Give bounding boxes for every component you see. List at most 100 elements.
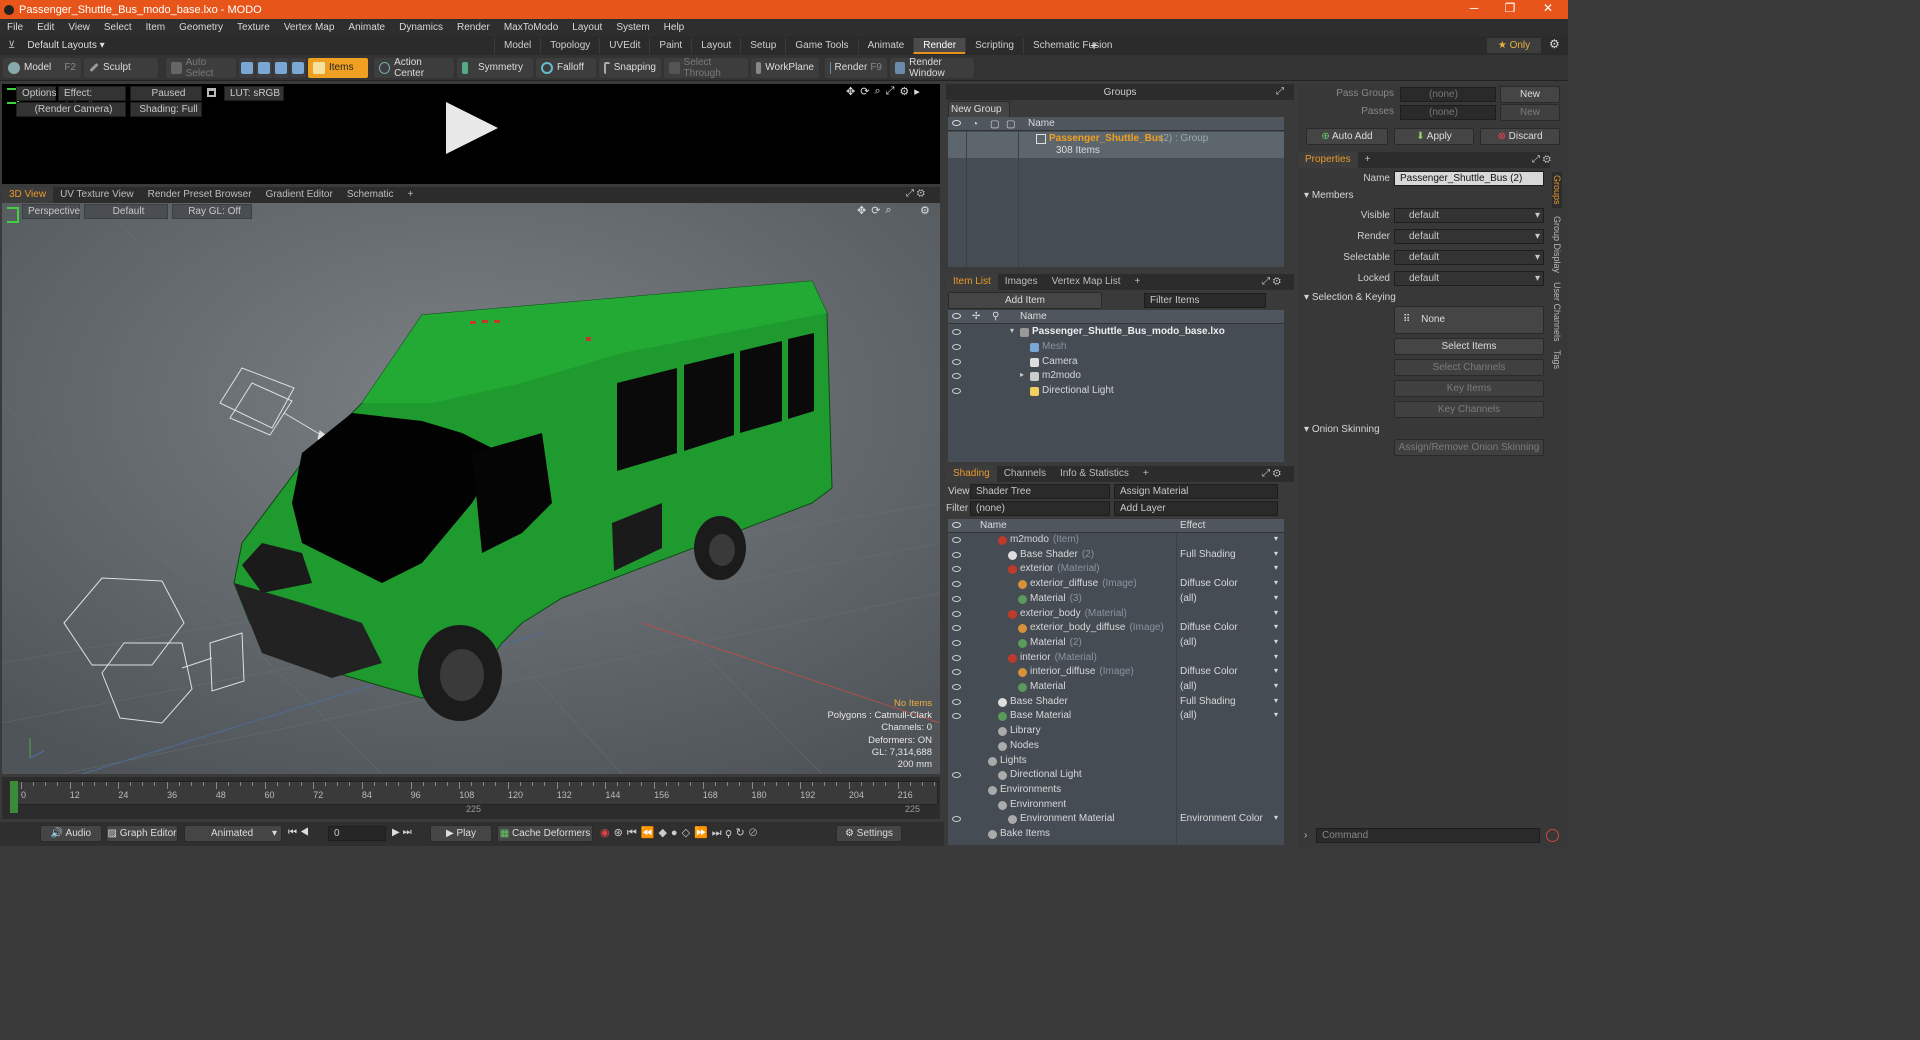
timeline[interactable]: 0 12 24 36 48 60 72 84 96 108 120 132 144 156 168 180 19…: [2, 777, 940, 819]
graph-editor-button[interactable]: ▨ Graph Editor: [106, 825, 178, 842]
eye-icon[interactable]: [952, 595, 961, 602]
step-back-icon[interactable]: ◀: [300, 827, 312, 838]
menu-dynamics[interactable]: Dynamics: [392, 22, 450, 33]
filter-items-input[interactable]: Filter Items: [1144, 293, 1266, 308]
tab-properties[interactable]: Properties: [1298, 152, 1358, 168]
expand-icon[interactable]: ⤢ ⚙: [906, 188, 925, 199]
view-tab-gradient-editor[interactable]: Gradient Editor: [259, 187, 340, 203]
key-last-icon[interactable]: ⏭: [712, 827, 726, 839]
preview-lut-select[interactable]: LUT: sRGB: [224, 86, 284, 101]
key-prev-icon[interactable]: ⏪: [641, 827, 659, 839]
chevron-icon[interactable]: ▸: [1020, 370, 1024, 379]
default-style-select[interactable]: Default: [84, 204, 168, 219]
table-row[interactable]: Environment Material Environment Color ▾: [948, 813, 1284, 828]
skip-start-icon[interactable]: ⏮: [288, 827, 300, 838]
table-row[interactable]: Base Material (all) ▾: [948, 710, 1284, 725]
menu-vertex-map[interactable]: Vertex Map: [277, 22, 342, 33]
assign-material-select[interactable]: Assign Material: [1114, 484, 1278, 499]
list-item[interactable]: Directional Light: [948, 385, 1284, 400]
menu-geometry[interactable]: Geometry: [172, 22, 230, 33]
selection-keying-section[interactable]: ▾ Selection & Keying: [1304, 292, 1396, 303]
add-layer-select[interactable]: Add Layer: [1114, 501, 1278, 516]
layout-tab-layout[interactable]: Layout: [691, 38, 740, 54]
select-channels-button[interactable]: Select Channels: [1394, 359, 1544, 376]
members-section[interactable]: ▾ Members: [1304, 190, 1354, 201]
menu-texture[interactable]: Texture: [230, 22, 277, 33]
render-button[interactable]: Render F9: [825, 57, 887, 78]
key-reset-icon[interactable]: ⊘: [749, 827, 761, 839]
chevron-down-icon[interactable]: ▾: [1274, 549, 1278, 558]
pass-groups-select[interactable]: (none): [1400, 87, 1496, 102]
play-button[interactable]: ▶ Play: [430, 825, 492, 842]
expand-icon[interactable]: ⤢ ⚙: [1532, 154, 1551, 165]
table-row[interactable]: Material (3) (all) ▾: [948, 593, 1284, 608]
action-center-button[interactable]: Action Center: [374, 57, 454, 79]
gear-icon[interactable]: ⚙: [899, 85, 909, 98]
layout-tab-game-tools[interactable]: Game Tools: [785, 38, 857, 54]
falloff-button[interactable]: Falloff: [536, 57, 596, 78]
name-input[interactable]: Passenger_Shuttle_Bus (2): [1394, 171, 1544, 186]
frame-input[interactable]: 0: [328, 826, 386, 841]
chevron-down-icon[interactable]: ▾: [1274, 681, 1278, 690]
rotate-icon[interactable]: ⟳: [871, 204, 880, 217]
items-mode-button[interactable]: Items: [308, 57, 368, 78]
expand-icon[interactable]: ⤢ ⚙: [1262, 468, 1281, 479]
table-row[interactable]: Environment: [948, 799, 1284, 814]
tab-channels[interactable]: Channels: [997, 466, 1053, 482]
key-first-icon[interactable]: ⏮: [627, 827, 641, 839]
cache-deformers-button[interactable]: ▦ Cache Deformers: [497, 825, 593, 842]
new-pass-group-button[interactable]: New: [1500, 86, 1560, 103]
layout-tab-uvedit[interactable]: UVEdit: [599, 38, 649, 54]
tab--[interactable]: +: [1136, 466, 1156, 482]
layout-tab-animate[interactable]: Animate: [857, 38, 914, 54]
table-row[interactable]: exterior_body_diffuse (Image) Diffuse Colo…: [948, 622, 1284, 637]
eye-icon[interactable]: [952, 343, 961, 350]
eye-icon[interactable]: [952, 669, 961, 676]
eye-icon[interactable]: [952, 388, 961, 395]
table-row[interactable]: m2modo (Item) ▾: [948, 534, 1284, 549]
view-tab-schematic[interactable]: Schematic: [340, 187, 401, 203]
vertices-mode-button[interactable]: [239, 57, 255, 78]
key-link-icon[interactable]: ⚲: [726, 827, 736, 839]
eye-icon[interactable]: [952, 816, 961, 823]
menu-help[interactable]: Help: [657, 22, 692, 33]
expand-icon[interactable]: ⤢ ⚙: [1262, 276, 1281, 287]
materials-mode-button[interactable]: [290, 57, 306, 78]
chevron-down-icon[interactable]: ▾: [1274, 563, 1278, 572]
auto-select-button[interactable]: Auto Select: [166, 57, 236, 79]
record-icon[interactable]: ◉: [600, 827, 614, 839]
eye-icon[interactable]: [952, 654, 961, 661]
render-select[interactable]: default ▾: [1394, 229, 1544, 244]
arrow-right-icon[interactable]: ▸: [914, 85, 920, 98]
add-item-button[interactable]: Add Item: [948, 292, 1102, 309]
menu-select[interactable]: Select: [97, 22, 139, 33]
side-tab-group-display[interactable]: Group Display: [1552, 216, 1562, 273]
tab--[interactable]: +: [1128, 274, 1148, 290]
auto-add-button[interactable]: ⊕ Auto Add: [1306, 128, 1388, 145]
chevron-down-icon[interactable]: ▾: [1274, 710, 1278, 719]
eye-icon[interactable]: [952, 537, 961, 543]
layout-tab-render[interactable]: Render: [913, 38, 966, 54]
table-row[interactable]: Base Shader Full Shading ▾: [948, 696, 1284, 711]
eye-icon[interactable]: [952, 581, 961, 588]
key-cycle-icon[interactable]: ↻: [736, 827, 749, 839]
chevron-down-icon[interactable]: ▾: [1274, 534, 1278, 543]
menu-edit[interactable]: Edit: [30, 22, 61, 33]
model-mode-button[interactable]: Model F2: [3, 57, 81, 78]
layout-tab-schematic-fusion[interactable]: Schematic Fusion: [1022, 38, 1121, 54]
table-row[interactable]: Lights: [948, 755, 1284, 770]
preview-camera-select[interactable]: (Render Camera): [16, 102, 126, 117]
chevron-down-icon[interactable]: ▾: [1274, 578, 1278, 587]
preview-paused-button[interactable]: Paused: [130, 86, 202, 101]
eye-icon[interactable]: [952, 610, 961, 617]
chevron-down-icon[interactable]: ▾: [1274, 666, 1278, 675]
eye-icon[interactable]: [952, 566, 961, 573]
table-row[interactable]: Base Shader (2) Full Shading ▾: [948, 549, 1284, 564]
menu-render[interactable]: Render: [450, 22, 497, 33]
chevron-down-icon[interactable]: ▾: [1274, 652, 1278, 661]
add-tab-button[interactable]: +: [1358, 152, 1378, 168]
gear-icon[interactable]: ⚙: [920, 204, 930, 217]
eye-icon[interactable]: [952, 639, 961, 646]
menu-item[interactable]: Item: [139, 22, 172, 33]
edges-mode-button[interactable]: [256, 57, 272, 78]
